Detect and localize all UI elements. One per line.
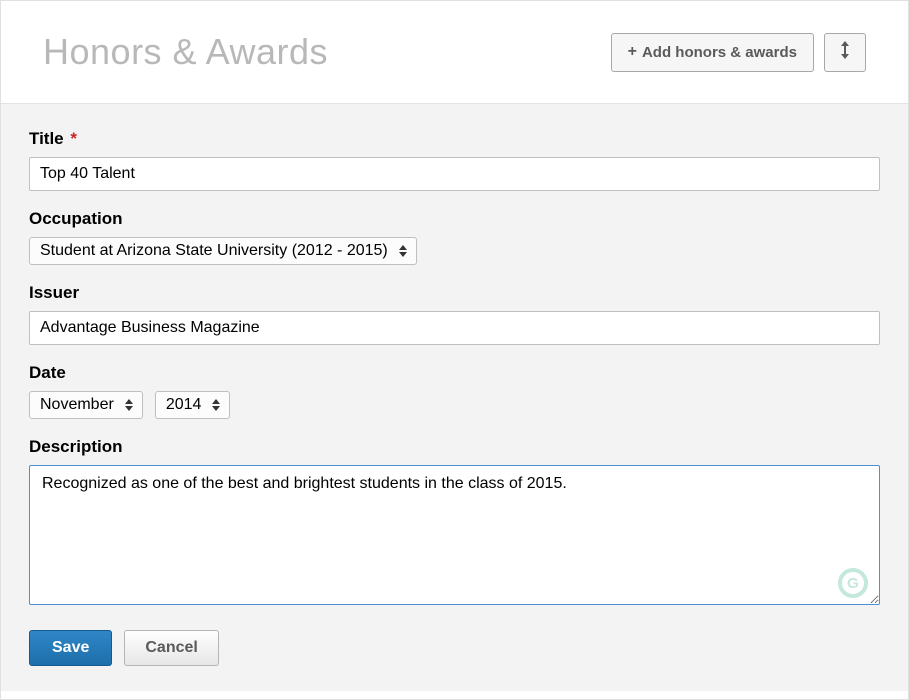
year-select[interactable]: 2014 [155,391,231,419]
add-honors-awards-button[interactable]: + Add honors & awards [611,33,814,72]
year-selected-value: 2014 [166,396,202,414]
required-asterisk: * [70,129,77,148]
date-label: Date [29,363,880,383]
description-textarea-wrap: G [29,465,880,610]
save-button[interactable]: Save [29,630,112,666]
header-actions: + Add honors & awards [611,33,866,72]
month-selected-value: November [40,396,114,414]
title-input[interactable] [29,157,880,191]
description-label: Description [29,437,880,457]
occupation-field: Occupation Student at Arizona State Univ… [29,209,880,265]
occupation-label: Occupation [29,209,880,229]
date-row: November 2014 [29,391,880,419]
plus-icon: + [628,43,637,61]
add-button-label: Add honors & awards [642,44,797,61]
page-title: Honors & Awards [43,31,328,73]
date-field: Date November 2014 [29,363,880,419]
title-field: Title * [29,129,880,191]
title-label-text: Title [29,129,64,148]
form-actions: Save Cancel [29,630,880,666]
select-arrows-icon [211,399,221,411]
month-select[interactable]: November [29,391,143,419]
issuer-field: Issuer [29,283,880,345]
select-arrows-icon [398,245,408,257]
occupation-select[interactable]: Student at Arizona State University (201… [29,237,417,265]
honors-form: Title * Occupation Student at Arizona St… [1,103,908,691]
title-label: Title * [29,129,880,149]
updown-arrow-icon [839,40,851,65]
cancel-button[interactable]: Cancel [124,630,218,666]
description-textarea[interactable] [29,465,880,605]
issuer-input[interactable] [29,311,880,345]
honors-awards-page: Honors & Awards + Add honors & awards Ti… [0,0,909,700]
reorder-button[interactable] [824,33,866,72]
section-header: Honors & Awards + Add honors & awards [1,1,908,103]
occupation-selected-value: Student at Arizona State University (201… [40,242,388,260]
select-arrows-icon [124,399,134,411]
description-field: Description G [29,437,880,610]
issuer-label: Issuer [29,283,880,303]
